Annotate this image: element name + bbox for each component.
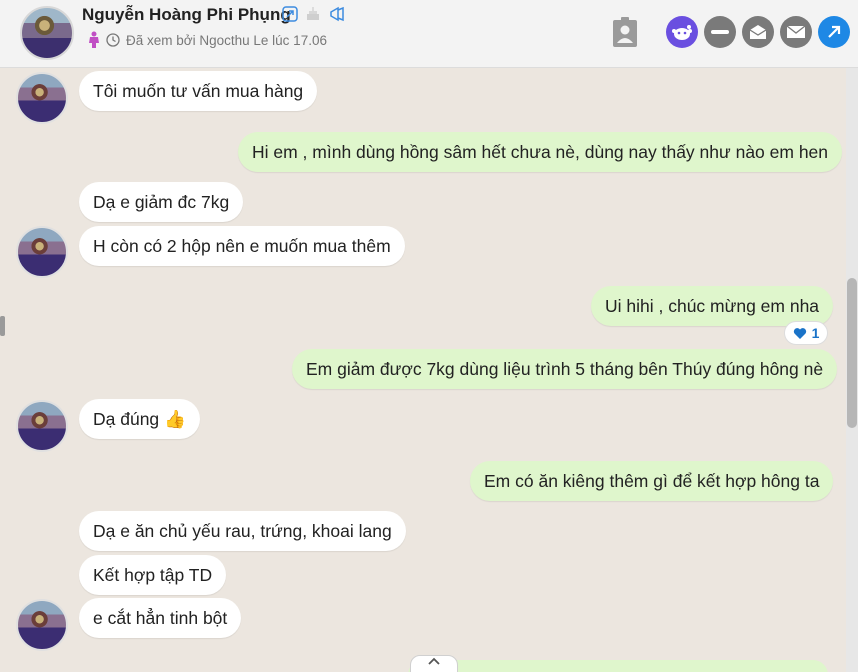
message-bubble-outgoing[interactable]: Em giảm được 7kg dùng liệu trình 5 tháng… (292, 349, 838, 389)
link-icon[interactable] (282, 6, 298, 22)
header-actions (610, 16, 850, 48)
scrollbar[interactable] (846, 68, 858, 672)
message-bubble-incoming[interactable]: Dạ đúng 👍 (79, 399, 200, 439)
mail-open-icon[interactable] (742, 16, 774, 48)
message-bubble-incoming[interactable]: Dạ e giảm đc 7kg (79, 182, 244, 222)
seen-row: Đã xem bởi Ngocthu Le lúc 17.06 (88, 31, 327, 49)
reddit-icon[interactable] (666, 16, 698, 48)
seen-status: Đã xem bởi Ngocthu Le lúc 17.06 (126, 32, 327, 48)
mail-icon[interactable] (780, 16, 812, 48)
heart-icon (793, 327, 806, 339)
message-bubble-incoming[interactable]: Kết hợp tập TD (79, 555, 227, 595)
female-icon (89, 31, 99, 48)
clock-icon (106, 33, 120, 47)
message-bubble-outgoing[interactable]: Ui hihi , chúc mừng em nha (591, 286, 834, 326)
contact-card-icon[interactable] (610, 16, 640, 48)
message-bubble-outgoing[interactable]: Em có ăn kiêng thêm gì để kết hợp hông t… (470, 461, 834, 501)
message-bubble-incoming[interactable]: Tôi muốn tư vấn mua hàng (79, 71, 318, 111)
chevron-up-icon (428, 657, 440, 665)
contact-name-icons (282, 5, 346, 23)
message-bubble-outgoing-partial (408, 660, 828, 672)
contact-name[interactable]: Nguyễn Hoàng Phi Phụng (82, 5, 291, 25)
message-bubble-outgoing[interactable]: Hi em , mình dùng hồng sâm hết chưa nè, … (238, 132, 843, 172)
sender-avatar[interactable] (16, 72, 68, 124)
left-resize-handle[interactable] (0, 316, 5, 336)
reaction-badge[interactable]: 1 (784, 321, 828, 345)
sender-avatar[interactable] (16, 599, 68, 651)
message-bubble-incoming[interactable]: e cắt hẳn tinh bột (79, 598, 242, 638)
scroll-up-button[interactable] (410, 655, 458, 672)
message-bubble-incoming[interactable]: H còn có 2 hộp nên e muốn mua thêm (79, 226, 405, 266)
sender-avatar[interactable] (16, 226, 68, 278)
minus-icon[interactable] (704, 16, 736, 48)
megaphone-icon[interactable] (328, 5, 346, 23)
contact-avatar[interactable] (20, 6, 74, 60)
message-bubble-incoming[interactable]: Dạ e ăn chủ yếu rau, trứng, khoai lang (79, 511, 406, 551)
chat-header: Nguyễn Hoàng Phi Phụng Đã xem bởi Ngocth… (0, 0, 858, 68)
reaction-count: 1 (811, 325, 820, 341)
forward-arrow-icon[interactable] (818, 16, 850, 48)
message-list[interactable]: Tôi muốn tư vấn mua hàng Hi em , mình dù… (0, 68, 846, 672)
cake-icon (307, 7, 319, 20)
sender-avatar[interactable] (16, 400, 68, 452)
scrollbar-thumb[interactable] (847, 278, 857, 428)
